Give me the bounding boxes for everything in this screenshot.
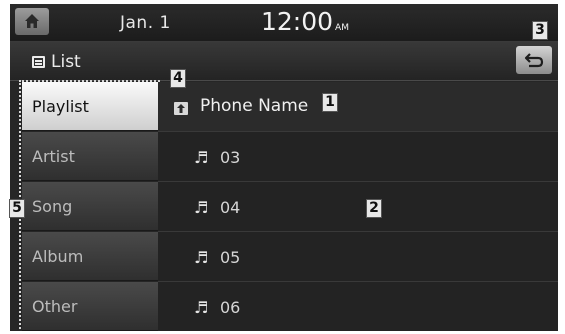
list-icon (32, 56, 45, 68)
ampm-indicator: AM (335, 23, 349, 33)
music-note-icon: ♬ (194, 198, 209, 217)
time-display: 12:00 (261, 7, 334, 36)
clock: 12:00 AM (261, 7, 349, 36)
track-title: 03 (220, 148, 241, 167)
sidebar-item-other[interactable]: Other (22, 282, 158, 331)
list-label: List (51, 52, 81, 72)
callout-4: 4 (170, 69, 186, 88)
sidebar-item-song[interactable]: Song (22, 182, 158, 231)
callout-2: 2 (366, 199, 382, 218)
music-note-icon: ♬ (194, 248, 209, 267)
music-note-icon: ♬ (194, 298, 209, 317)
home-icon (25, 14, 39, 28)
date-display: Jan. 1 (120, 13, 171, 33)
head-unit-screen: Jan. 1 12:00 AM List Playlist Artist Song… (10, 4, 558, 331)
sidebar-item-playlist[interactable]: Playlist (22, 82, 158, 131)
callout-1: 1 (322, 93, 338, 112)
track-row[interactable]: ♬ 04 (158, 182, 558, 232)
track-title: 06 (220, 298, 241, 317)
callout-5: 5 (9, 199, 25, 218)
track-row[interactable]: ♬ 05 (158, 232, 558, 282)
callout-3: 3 (532, 21, 548, 40)
list-header-bar: List (10, 42, 558, 81)
list-menu-button[interactable]: List (32, 52, 81, 72)
track-row[interactable]: ♬ 03 (158, 132, 558, 182)
track-title: 05 (220, 248, 241, 267)
sidebar-item-album[interactable]: Album (22, 232, 158, 281)
back-icon (524, 53, 544, 68)
file-list: Phone Name ♬ 03 ♬ 04 ♬ 05 ♬ 06 (158, 82, 558, 331)
music-note-icon: ♬ (194, 148, 209, 167)
sidebar-item-artist[interactable]: Artist (22, 132, 158, 181)
track-row[interactable]: ♬ 06 (158, 282, 558, 331)
home-button[interactable] (15, 8, 49, 35)
folder-name: Phone Name (200, 96, 309, 116)
category-sidebar: Playlist Artist Song Album Other (22, 82, 158, 331)
back-button[interactable] (516, 46, 552, 74)
folder-up-icon (174, 102, 188, 115)
parent-folder-row[interactable]: Phone Name (158, 82, 558, 132)
track-title: 04 (220, 198, 241, 217)
status-bar: Jan. 1 12:00 AM (10, 4, 558, 42)
